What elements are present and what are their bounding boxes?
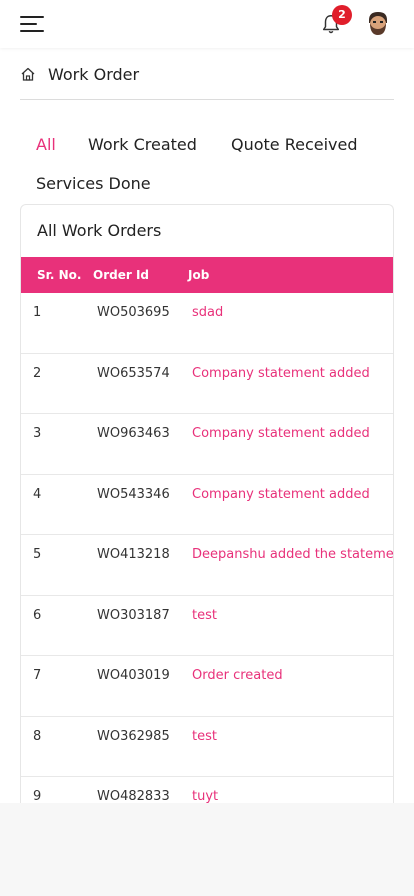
cell-order-id: WO963463 — [97, 426, 170, 441]
cell-job[interactable]: Company statement added — [192, 366, 393, 381]
avatar-icon[interactable] — [364, 9, 392, 37]
tab-services-done[interactable]: Services Done — [36, 174, 151, 193]
cell-sr-no: 9 — [33, 789, 42, 803]
table-row[interactable]: 8 WO362985 test — [21, 717, 393, 777]
home-icon[interactable] — [20, 66, 36, 82]
cell-sr-no: 6 — [33, 607, 42, 623]
cell-sr-no: 3 — [33, 426, 42, 441]
cell-sr-no: 7 — [33, 668, 42, 683]
cell-sr-no: 1 — [33, 305, 42, 320]
cell-sr-no: 2 — [33, 365, 42, 381]
column-header-job: Job — [188, 268, 210, 282]
cell-sr-no: 8 — [33, 728, 42, 744]
cell-job[interactable]: test — [192, 608, 393, 623]
cell-order-id: WO403019 — [97, 668, 170, 683]
work-orders-card: All Work Orders Sr. No. Order Id Job 1 WO… — [20, 204, 394, 803]
cell-job[interactable]: Deepanshu added the stateme — [192, 547, 393, 562]
cell-order-id: WO303187 — [97, 607, 170, 623]
notification-badge: 2 — [332, 5, 352, 25]
menu-icon[interactable] — [20, 14, 44, 34]
table-row[interactable]: 1 WO503695 sdad — [21, 293, 393, 354]
tab-all[interactable]: All — [36, 135, 56, 154]
cell-order-id: WO503695 — [97, 305, 170, 320]
cell-order-id: WO543346 — [97, 486, 170, 502]
cell-job[interactable]: tuyt — [192, 789, 393, 803]
cell-job[interactable]: test — [192, 729, 393, 744]
tab-work-created[interactable]: Work Created — [88, 135, 197, 154]
cell-job[interactable]: Company statement added — [192, 426, 393, 441]
table-row[interactable]: 5 WO413218 Deepanshu added the stateme — [21, 535, 393, 596]
tab-quote-received[interactable]: Quote Received — [231, 135, 358, 154]
table-row[interactable]: 9 WO482833 tuyt — [21, 777, 393, 803]
cell-order-id: WO653574 — [97, 365, 170, 381]
breadcrumb-label: Work Order — [48, 64, 140, 84]
divider — [20, 99, 394, 100]
table-row[interactable]: 7 WO403019 Order created — [21, 656, 393, 717]
table-row[interactable]: 6 WO303187 test — [21, 596, 393, 656]
cell-job[interactable]: sdad — [192, 305, 393, 320]
card-title: All Work Orders — [37, 221, 162, 240]
breadcrumb: Work Order — [20, 62, 139, 86]
column-header-order-id: Order Id — [93, 268, 149, 282]
table-header: Sr. No. Order Id Job — [21, 257, 393, 293]
cell-sr-no: 4 — [33, 486, 42, 502]
column-header-sr-no: Sr. No. — [37, 268, 82, 282]
cell-order-id: WO362985 — [97, 728, 170, 744]
cell-job[interactable]: Company statement added — [192, 487, 393, 502]
cell-sr-no: 5 — [33, 547, 42, 562]
table-row[interactable]: 4 WO543346 Company statement added — [21, 475, 393, 535]
table-row[interactable]: 3 WO963463 Company statement added — [21, 414, 393, 475]
cell-job[interactable]: Order created — [192, 668, 393, 683]
cell-order-id: WO482833 — [97, 789, 170, 803]
table-row[interactable]: 2 WO653574 Company statement added — [21, 354, 393, 414]
top-bar: 2 — [0, 0, 414, 48]
cell-order-id: WO413218 — [97, 547, 170, 562]
